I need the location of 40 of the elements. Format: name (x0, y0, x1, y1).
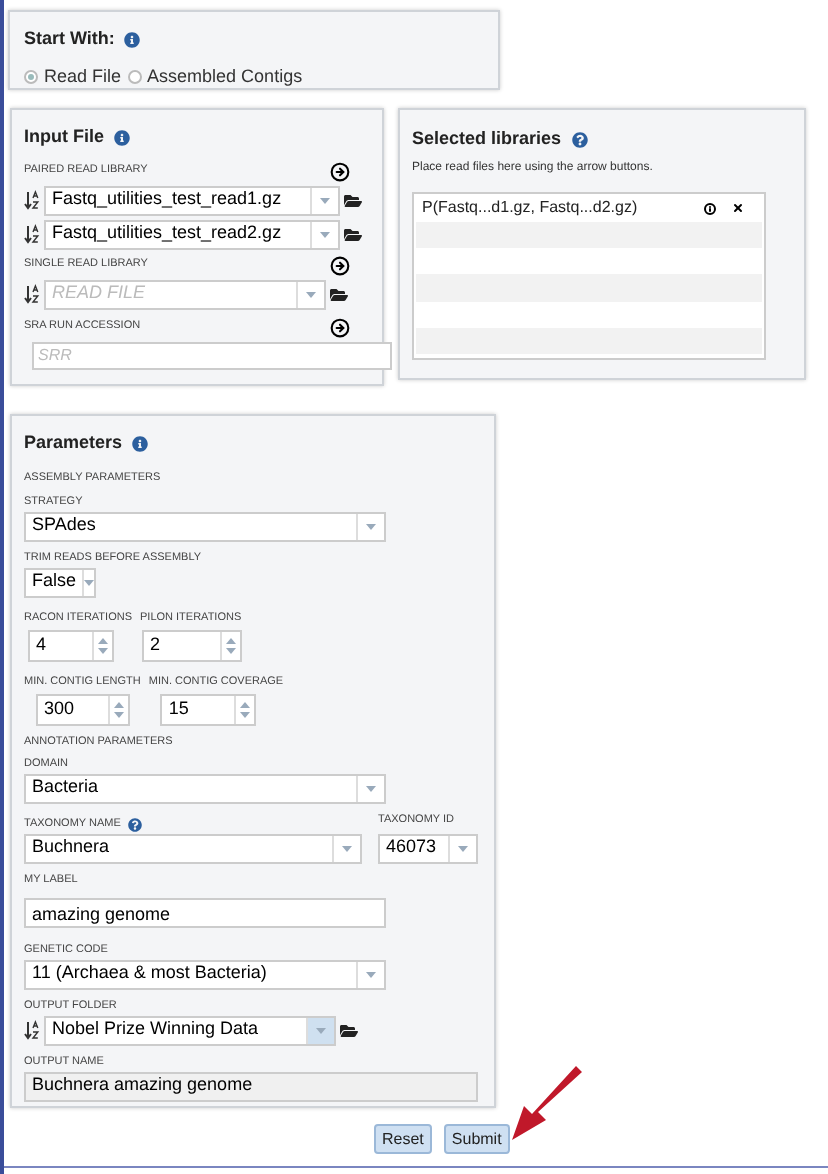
sort-icon[interactable] (24, 284, 40, 304)
panel-title: Start With: (24, 26, 115, 52)
sort-icon[interactable] (24, 224, 40, 244)
sort-icon[interactable] (24, 1020, 40, 1040)
dropdown-field[interactable]: SPAdes (24, 511, 386, 541)
folder-icon[interactable] (344, 225, 362, 243)
dropdown-field[interactable]: Fastq_utilities_test_read1.gz (44, 185, 340, 215)
info-icon[interactable] (704, 201, 716, 216)
number-field[interactable]: 15 (160, 693, 257, 725)
folder-icon[interactable] (330, 285, 348, 303)
number-field[interactable]: 4 (28, 629, 114, 661)
radio-label[interactable]: Read File (44, 63, 122, 90)
number-field[interactable]: 300 (36, 693, 130, 725)
accession-field[interactable]: SRR (34, 343, 390, 367)
radio-button[interactable] (127, 69, 142, 84)
panel-title: Parameters (24, 430, 123, 456)
help-icon[interactable] (128, 817, 143, 831)
library-item[interactable]: P(Fastq...d1.gz, Fastq...d2.gz) (422, 196, 704, 221)
form-button[interactable]: Submit (443, 1124, 510, 1154)
dropdown-field[interactable]: False (24, 567, 96, 597)
panel-title: Input File (24, 124, 104, 150)
dropdown-field[interactable]: Fastq_utilities_test_read2.gz (44, 219, 340, 249)
sort-icon[interactable] (24, 190, 40, 210)
number-field[interactable]: 2 (142, 629, 242, 661)
folder-icon[interactable] (344, 191, 362, 209)
output-name-field[interactable]: Buchnera amazing genome (24, 1071, 478, 1101)
form-button[interactable]: Reset (374, 1124, 432, 1154)
radio-button[interactable] (24, 69, 38, 84)
dropdown-field[interactable]: Buchnera (24, 833, 362, 863)
help-icon[interactable] (571, 131, 588, 148)
pointer-arrow-drawing (508, 1066, 588, 1146)
remove-icon[interactable] (732, 202, 744, 215)
dropdown-field[interactable]: 11 (Archaea & most Bacteria) (24, 959, 386, 989)
radio-label[interactable]: Assembled Contigs (147, 63, 303, 90)
dropdown-field[interactable]: Nobel Prize Winning Data (44, 1015, 336, 1045)
folder-icon[interactable] (340, 1021, 358, 1039)
dropdown-field[interactable]: 46073 (378, 833, 478, 863)
dropdown-field[interactable]: Bacteria (24, 773, 386, 803)
label-field[interactable]: amazing genome (24, 898, 386, 928)
panel-title: Selected libraries (412, 126, 562, 152)
